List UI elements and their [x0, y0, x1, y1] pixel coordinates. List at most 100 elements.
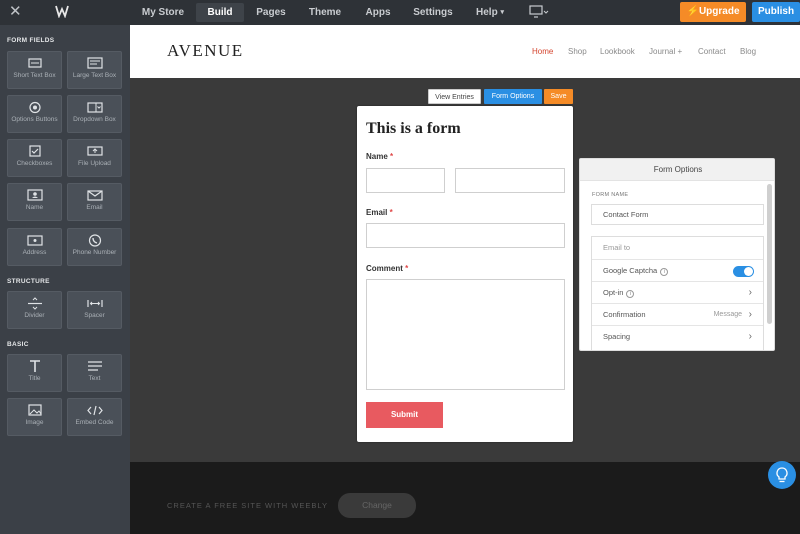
chevron-right-icon: › — [748, 287, 752, 298]
form-options-panel: Form Options FORM NAME Contact Form Emai… — [579, 158, 775, 351]
form-name-label: FORM NAME — [592, 192, 629, 198]
form-title[interactable]: This is a form — [366, 120, 461, 138]
chevron-right-icon: › — [748, 309, 752, 320]
top-bar: ✕ My Store Build Pages Theme Apps Settin… — [0, 0, 800, 25]
captcha-toggle[interactable] — [733, 266, 754, 277]
checkbox-icon — [28, 145, 41, 157]
info-icon[interactable]: i — [660, 268, 669, 276]
monitor-icon[interactable] — [529, 5, 549, 19]
tile-options-buttons[interactable]: Options Buttons — [7, 95, 62, 133]
close-icon[interactable]: ✕ — [9, 4, 22, 20]
site-nav-journal[interactable]: Journal + — [649, 47, 682, 56]
nav-help[interactable]: Help ▾ — [472, 0, 508, 25]
tile-label: Title — [28, 375, 41, 382]
nav-pages[interactable]: Pages — [250, 0, 292, 25]
tile-label: Checkboxes — [16, 160, 53, 167]
tile-label: Embed Code — [75, 419, 114, 426]
panel-scrollbar[interactable] — [767, 184, 772, 324]
site-nav-home[interactable]: Home — [532, 47, 553, 56]
view-entries-button[interactable]: View Entries — [428, 89, 481, 104]
confirmation-value: Message — [713, 311, 742, 318]
tile-address[interactable]: Address — [7, 228, 62, 266]
tile-label: Short Text Box — [13, 72, 56, 79]
nav-apps[interactable]: Apps — [360, 0, 396, 25]
footer-text: CREATE A FREE SITE WITH WEEBLY — [167, 501, 328, 510]
tile-image[interactable]: Image — [7, 398, 62, 436]
spacing-row[interactable]: Spacing › — [592, 325, 763, 347]
nav-my-store[interactable]: My Store — [135, 0, 191, 25]
image-icon — [27, 404, 42, 416]
row-label: Google Captcha — [603, 266, 658, 275]
comment-label: Comment * — [366, 264, 408, 273]
row-label: Spacing — [603, 332, 631, 341]
tile-spacer[interactable]: Spacer — [67, 291, 122, 329]
tile-label: Spacer — [84, 312, 105, 319]
upload-icon — [86, 146, 103, 156]
weebly-logo-icon[interactable] — [55, 4, 69, 20]
large-text-box-icon — [86, 57, 103, 69]
upgrade-button[interactable]: ⚡Upgrade — [680, 2, 746, 22]
comment-label-text: Comment — [366, 264, 403, 273]
tile-divider[interactable]: Divider — [7, 291, 62, 329]
form-name-input[interactable]: Contact Form — [591, 204, 764, 225]
email-field[interactable] — [366, 223, 565, 248]
tile-short-text-box[interactable]: Short Text Box — [7, 51, 62, 89]
section-title-form-fields: FORM FIELDS — [7, 37, 55, 44]
first-name-field[interactable] — [366, 168, 445, 193]
opt-in-row[interactable]: Opt-in i › — [592, 281, 763, 303]
nav-theme[interactable]: Theme — [303, 0, 347, 25]
code-icon — [86, 405, 103, 416]
nav-help-label: Help — [476, 7, 498, 18]
name-label: Name * — [366, 152, 393, 161]
publish-button[interactable]: Publish — [752, 2, 800, 22]
form-options-button[interactable]: Form Options — [484, 89, 542, 104]
site-logo[interactable]: AVENUE — [167, 41, 244, 61]
text-lines-icon — [87, 361, 102, 371]
confirmation-row[interactable]: Confirmation Message › — [592, 303, 763, 325]
row-label: Opt-in — [603, 288, 624, 297]
address-card-icon — [26, 235, 43, 246]
info-icon[interactable]: i — [626, 290, 635, 298]
help-button[interactable] — [768, 461, 796, 489]
name-label-text: Name — [366, 152, 388, 161]
email-label: Email * — [366, 208, 393, 217]
tile-label: Image — [25, 419, 44, 426]
spacer-icon — [86, 300, 103, 307]
required-marker: * — [405, 264, 409, 273]
lightning-icon: ⚡ — [686, 6, 699, 17]
tile-dropdown-box[interactable]: Dropdown Box — [67, 95, 122, 133]
email-to-row[interactable]: Email to — [592, 237, 763, 259]
tile-large-text-box[interactable]: Large Text Box — [67, 51, 122, 89]
short-text-box-icon — [27, 58, 42, 68]
tile-label: Address — [22, 249, 47, 256]
site-header: AVENUE Home Shop Lookbook Journal + Cont… — [130, 25, 800, 78]
site-nav-contact[interactable]: Contact — [698, 47, 726, 56]
save-button[interactable]: Save — [544, 89, 573, 104]
nav-build[interactable]: Build — [196, 3, 244, 22]
comment-field[interactable] — [366, 279, 565, 390]
required-marker: * — [389, 208, 393, 217]
tile-embed-code[interactable]: Embed Code — [67, 398, 122, 436]
tile-label: Dropdown Box — [73, 116, 116, 123]
tile-checkboxes[interactable]: Checkboxes — [7, 139, 62, 177]
email-label-text: Email — [366, 208, 388, 217]
tile-file-upload[interactable]: File Upload — [67, 139, 122, 177]
radio-icon — [28, 101, 41, 114]
envelope-icon — [86, 190, 103, 201]
tile-email[interactable]: Email — [67, 183, 122, 221]
nav-settings[interactable]: Settings — [408, 0, 458, 25]
tile-label: Name — [25, 204, 44, 211]
site-nav-lookbook[interactable]: Lookbook — [600, 47, 635, 56]
chevron-down-icon: ▾ — [500, 9, 504, 16]
tile-name[interactable]: Name — [7, 183, 62, 221]
change-button[interactable]: Change — [338, 493, 416, 518]
tile-title[interactable]: Title — [7, 354, 62, 392]
submit-button[interactable]: Submit — [366, 402, 443, 428]
site-nav-blog[interactable]: Blog — [740, 47, 756, 56]
tile-phone-number[interactable]: Phone Number — [67, 228, 122, 266]
site-nav-shop[interactable]: Shop — [568, 47, 587, 56]
form-card: This is a form Name * Email * Comment * … — [357, 106, 573, 442]
tile-text[interactable]: Text — [67, 354, 122, 392]
last-name-field[interactable] — [455, 168, 565, 193]
google-captcha-row[interactable]: Google Captcha i — [592, 259, 763, 281]
